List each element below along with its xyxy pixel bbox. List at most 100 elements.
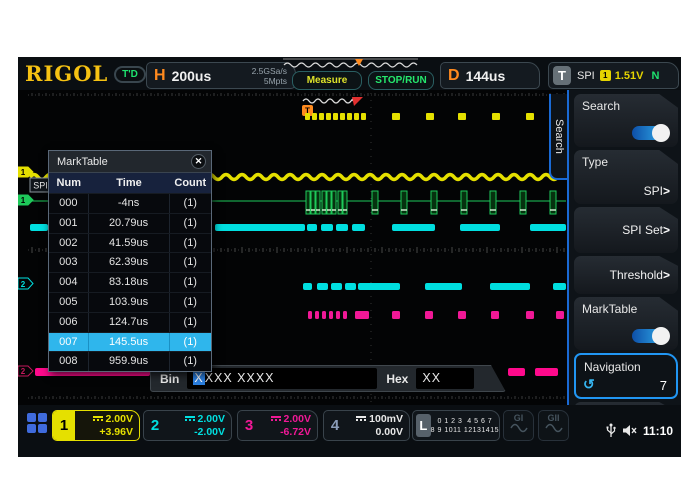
chevron-right-icon: > xyxy=(663,184,670,198)
navigation-value: 7 xyxy=(660,378,667,393)
channel1-number: 1 xyxy=(53,411,75,440)
table-cell: 008 xyxy=(49,352,89,371)
bin-label: Bin xyxy=(160,372,179,386)
table-row[interactable]: 007145.5us(1) xyxy=(49,332,211,352)
table-row[interactable]: 000-4ns(1) xyxy=(49,193,211,213)
rigol-logo: RIGOL xyxy=(25,61,108,86)
table-row[interactable]: 00362.39us(1) xyxy=(49,252,211,272)
marktable-body: 000-4ns(1)00120.79us(1)00241.59us(1)0036… xyxy=(49,193,211,371)
channel-tag[interactable]: 1 xyxy=(18,167,33,177)
trigger-panel[interactable]: T SPI 1 1.51V N xyxy=(548,62,679,89)
bin-value-field[interactable]: XXXX XXXX xyxy=(187,368,377,389)
mute-speaker-icon[interactable] xyxy=(622,424,637,437)
close-icon[interactable]: ✕ xyxy=(191,154,206,169)
horizontal-timebase-panel[interactable]: H 200us 2.5GSa/s 5Mpts xyxy=(146,62,296,89)
oscilloscope-screen: T SPI 1 1 2 2 RIGOL T'D H 200us 2.5GSa/s 5Mpt… xyxy=(18,57,681,457)
marktable-toggle[interactable] xyxy=(632,329,668,343)
table-row[interactable]: 00483.18us(1) xyxy=(49,272,211,292)
stop-run-button[interactable]: STOP/RUN xyxy=(368,71,434,90)
delay-panel[interactable]: D 144us xyxy=(440,62,540,89)
channel4-box[interactable]: 4 100mV0.00V xyxy=(323,410,410,441)
digital-channel-waveform xyxy=(303,283,566,290)
waveform-overview-bar[interactable] xyxy=(281,57,421,71)
search-menu-sidebar: Search Type SPI> SPI Set> Threshold> Mar… xyxy=(567,90,681,421)
table-cell: 959.9us xyxy=(89,352,170,371)
trigger-type: SPI xyxy=(577,70,595,82)
navigation-panel[interactable]: Navigation ↺ 7 xyxy=(574,353,678,399)
table-row[interactable]: 005103.9us(1) xyxy=(49,292,211,312)
channel1-box[interactable]: 1 2.00V+3.96V xyxy=(52,410,140,441)
sine-wave-icon xyxy=(545,423,563,433)
delay-value: 144us xyxy=(466,68,506,84)
channel-tag[interactable]: 2 xyxy=(18,366,33,376)
table-cell: 145.5us xyxy=(89,333,170,352)
table-cell: (1) xyxy=(170,273,211,292)
table-cell: (1) xyxy=(170,234,211,253)
table-cell: (1) xyxy=(170,194,211,213)
dc-coupling-icon xyxy=(93,416,103,421)
search-toggle[interactable] xyxy=(632,126,668,140)
table-row[interactable]: 008959.9us(1) xyxy=(49,351,211,371)
table-cell: 003 xyxy=(49,253,89,272)
channel-tag[interactable]: 1 xyxy=(18,195,33,205)
channel-tag[interactable]: 2 xyxy=(18,278,33,289)
generator1-box[interactable]: GI xyxy=(503,410,534,441)
type-panel[interactable]: Type SPI> xyxy=(574,150,678,204)
channel1-scale: 2.00V xyxy=(106,413,133,425)
rotate-knob-icon: ↺ xyxy=(583,376,595,393)
sidebar-tab-search[interactable]: Search xyxy=(549,94,567,180)
toggle-knob xyxy=(652,124,670,142)
table-cell: (1) xyxy=(170,253,211,272)
threshold-label: Threshold xyxy=(610,268,663,282)
table-cell: (1) xyxy=(170,293,211,312)
table-cell: (1) xyxy=(170,333,211,352)
t-label: T xyxy=(553,66,571,85)
channel1-offset: +3.96V xyxy=(99,426,133,438)
channel2-scale: 2.00V xyxy=(198,413,225,425)
table-cell: 41.59us xyxy=(89,234,170,253)
bin-rest: XXX XXXX xyxy=(205,371,275,385)
table-cell: 124.7us xyxy=(89,313,170,332)
toggle-knob xyxy=(652,327,670,345)
table-row[interactable]: 006124.7us(1) xyxy=(49,312,211,332)
dc-coupling-icon xyxy=(271,416,281,421)
column-header-count: Count xyxy=(170,173,211,193)
table-cell: (1) xyxy=(170,352,211,371)
table-cell: 62.39us xyxy=(89,253,170,272)
ch3-waveform xyxy=(308,311,564,319)
chevron-right-icon: > xyxy=(663,223,670,237)
measure-button[interactable]: Measure xyxy=(292,71,362,90)
threshold-panel[interactable]: Threshold> xyxy=(574,256,678,294)
channel4-scale: 100mV xyxy=(369,413,403,425)
la-label: L xyxy=(416,414,431,437)
spi-set-panel[interactable]: SPI Set> xyxy=(574,207,678,253)
table-row[interactable]: 00120.79us(1) xyxy=(49,213,211,233)
marktable-titlebar[interactable]: MarkTable ✕ xyxy=(49,151,211,173)
trigger-level: 1.51V xyxy=(615,70,644,82)
status-icon-group: 11:10 xyxy=(606,423,673,438)
hex-value-field[interactable]: XX xyxy=(416,368,474,389)
table-row[interactable]: 00241.59us(1) xyxy=(49,233,211,253)
trigger-source-badge: 1 xyxy=(600,70,611,81)
generator2-box[interactable]: GII xyxy=(538,410,569,441)
svg-text:2: 2 xyxy=(21,367,26,376)
trigger-status-badge: T'D xyxy=(114,66,146,83)
table-cell: 103.9us xyxy=(89,293,170,312)
clock: 11:10 xyxy=(643,424,673,438)
svg-text:1: 1 xyxy=(21,168,26,177)
usb-icon xyxy=(606,423,616,438)
table-cell: 005 xyxy=(49,293,89,312)
channel2-box[interactable]: 2 2.00V-2.00V xyxy=(143,410,232,441)
logic-analyzer-box[interactable]: L 0 1 2 3 4 5 6 78 9 1011 12131415 xyxy=(412,410,500,441)
column-header-time: Time xyxy=(89,173,170,193)
channel3-box[interactable]: 3 2.00V-6.72V xyxy=(237,410,318,441)
marktable-panel-label: MarkTable xyxy=(582,302,637,316)
table-cell: (1) xyxy=(170,313,211,332)
marktable-popup: MarkTable ✕ Num Time Count 000-4ns(1)001… xyxy=(48,150,212,372)
search-enable-panel[interactable]: Search xyxy=(574,94,678,147)
menu-grid-icon[interactable] xyxy=(27,413,47,433)
table-cell: 006 xyxy=(49,313,89,332)
table-cell: (1) xyxy=(170,214,211,233)
marktable-enable-panel[interactable]: MarkTable xyxy=(574,297,678,350)
type-value: SPI xyxy=(644,184,663,198)
